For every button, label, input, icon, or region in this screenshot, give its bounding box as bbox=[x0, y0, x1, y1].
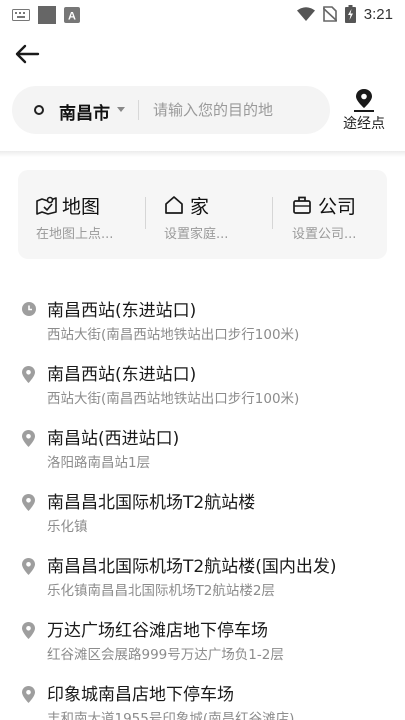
place-address: 丰和南大道1955号印象城(南昌红谷滩店) bbox=[47, 711, 295, 720]
shortcut-company[interactable]: 公司 设置公司... bbox=[292, 192, 405, 242]
city-dot-icon bbox=[34, 105, 44, 115]
shortcut-map[interactable]: 地图 在地图上点... bbox=[36, 192, 154, 242]
shortcut-divider bbox=[145, 197, 146, 229]
place-address: 洛阳路南昌站1层 bbox=[47, 455, 151, 471]
place-title: 南昌昌北国际机场T2航站楼(国内出发) bbox=[47, 557, 337, 577]
arrow-left-icon bbox=[15, 44, 40, 64]
shortcut-map-title: 地图 bbox=[62, 196, 101, 218]
location-pin-icon bbox=[22, 622, 35, 639]
shortcut-home[interactable]: 家 设置家庭... bbox=[164, 192, 282, 242]
status-time: 3:21 bbox=[363, 5, 393, 23]
place-address: 西站大街(南昌西站地铁站出口步行100米) bbox=[47, 391, 300, 407]
location-pin-icon bbox=[22, 494, 35, 511]
shortcut-company-title: 公司 bbox=[318, 196, 357, 218]
wifi-icon bbox=[296, 6, 315, 21]
back-button[interactable] bbox=[14, 42, 42, 66]
waypoint-pin-icon bbox=[354, 89, 374, 112]
place-address: 红谷滩区会展路999号万达广场负1-2层 bbox=[47, 647, 284, 663]
shortcut-card: 地图 在地图上点... 家 设置家庭... 公司 设置公司... bbox=[18, 170, 387, 259]
place-title: 印象城南昌店地下停车场 bbox=[47, 685, 234, 705]
list-item[interactable]: 南昌西站(东进站口) 西站大街(南昌西站地铁站出口步行100米) bbox=[0, 293, 405, 353]
shortcut-home-title: 家 bbox=[190, 196, 210, 218]
list-item[interactable]: 南昌站(西进站口) 洛阳路南昌站1层 bbox=[0, 421, 405, 481]
list-item[interactable]: 万达广场红谷滩店地下停车场 红谷滩区会展路999号万达广场负1-2层 bbox=[0, 613, 405, 673]
shortcut-map-subtitle: 在地图上点... bbox=[36, 227, 114, 242]
destination-input[interactable] bbox=[153, 99, 323, 121]
place-title: 万达广场红谷滩店地下停车场 bbox=[47, 621, 268, 641]
shortcut-company-subtitle: 设置公司... bbox=[292, 227, 357, 242]
waypoint-button[interactable]: 途经点 bbox=[340, 86, 388, 134]
place-title: 南昌西站(东进站口) bbox=[47, 365, 197, 385]
location-pin-icon bbox=[22, 366, 35, 383]
location-pin-icon bbox=[22, 558, 35, 575]
place-title: 南昌昌北国际机场T2航站楼 bbox=[47, 493, 256, 513]
app-a-icon: A bbox=[64, 7, 80, 23]
home-icon bbox=[165, 196, 183, 214]
clock-icon bbox=[22, 302, 36, 316]
svg-text:A: A bbox=[68, 11, 76, 23]
place-address: 乐化镇 bbox=[47, 519, 88, 535]
place-address: 乐化镇南昌昌北国际机场T2航站楼2层 bbox=[47, 583, 275, 599]
status-bar: A 3:21 bbox=[0, 0, 405, 30]
location-pin-icon bbox=[22, 686, 35, 703]
place-title: 南昌站(西进站口) bbox=[47, 429, 180, 449]
notification-square-icon bbox=[38, 6, 56, 24]
place-title: 南昌西站(东进站口) bbox=[47, 301, 197, 321]
list-item[interactable]: 印象城南昌店地下停车场 丰和南大道1955号印象城(南昌红谷滩店) bbox=[0, 677, 405, 720]
waypoint-label: 途经点 bbox=[343, 116, 385, 132]
list-item[interactable]: 南昌昌北国际机场T2航站楼 乐化镇 bbox=[0, 485, 405, 545]
header-shadow bbox=[0, 151, 405, 157]
no-sim-icon bbox=[322, 6, 337, 22]
shortcut-home-subtitle: 设置家庭... bbox=[164, 227, 229, 242]
keyboard-icon bbox=[12, 9, 30, 21]
search-bar: 南昌市 bbox=[12, 86, 330, 134]
place-address: 西站大街(南昌西站地铁站出口步行100米) bbox=[47, 327, 300, 343]
shortcut-divider bbox=[272, 197, 273, 229]
list-item[interactable]: 南昌西站(东进站口) 西站大街(南昌西站地铁站出口步行100米) bbox=[0, 357, 405, 417]
list-item[interactable]: 南昌昌北国际机场T2航站楼(国内出发) 乐化镇南昌昌北国际机场T2航站楼2层 bbox=[0, 549, 405, 609]
city-selector[interactable]: 南昌市 bbox=[59, 99, 110, 124]
briefcase-icon bbox=[293, 196, 311, 214]
location-pin-icon bbox=[22, 430, 35, 447]
search-divider bbox=[138, 100, 139, 120]
caret-down-icon[interactable] bbox=[117, 107, 125, 112]
battery-charging-icon bbox=[344, 5, 356, 23]
map-icon bbox=[36, 196, 57, 215]
